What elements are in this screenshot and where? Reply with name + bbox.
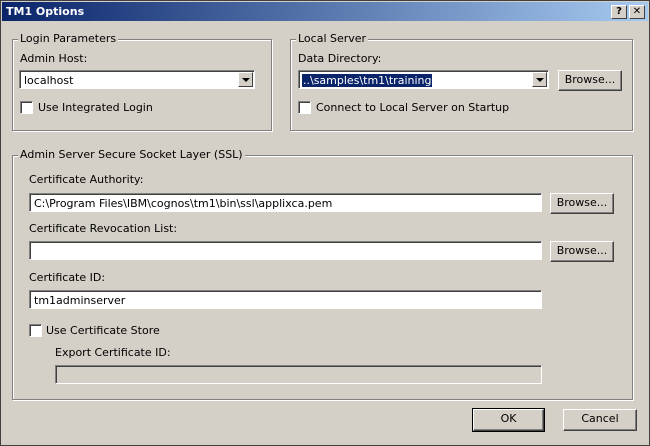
- tm1-options-dialog: TM1 Options ? ✕ Login Parameters Admin H…: [0, 0, 650, 446]
- data-directory-label: Data Directory:: [298, 52, 382, 65]
- admin-host-value: localhost: [24, 74, 74, 87]
- connect-local-server-checkbox[interactable]: [298, 101, 311, 114]
- chevron-down-icon: [242, 78, 250, 82]
- login-parameters-legend: Login Parameters: [18, 32, 119, 45]
- use-certificate-store-checkbox[interactable]: [29, 324, 42, 337]
- revocation-list-input[interactable]: [29, 241, 542, 260]
- certificate-id-input[interactable]: tm1adminserver: [29, 290, 542, 309]
- help-button[interactable]: ?: [611, 5, 627, 19]
- revocation-list-label: Certificate Revocation List:: [29, 222, 178, 235]
- certificate-authority-browse-button[interactable]: Browse...: [550, 193, 614, 214]
- chevron-down-icon: [536, 78, 544, 82]
- cancel-button[interactable]: Cancel: [563, 409, 637, 431]
- use-certificate-store-label: Use Certificate Store: [46, 324, 160, 337]
- integrated-login-checkbox[interactable]: [20, 101, 33, 114]
- connect-local-server-label: Connect to Local Server on Startup: [316, 101, 510, 114]
- ssl-group: Admin Server Secure Socket Layer (SSL): [12, 148, 633, 400]
- title-bar[interactable]: TM1 Options ? ✕: [2, 2, 648, 21]
- export-certificate-id-input[interactable]: [55, 365, 542, 384]
- local-server-legend: Local Server: [296, 32, 369, 45]
- data-directory-value: ..\samples\tm1\training: [302, 74, 433, 87]
- export-certificate-id-label: Export Certificate ID:: [55, 346, 171, 359]
- certificate-authority-value: C:\Program Files\IBM\cognos\tm1\bin\ssl\…: [34, 197, 333, 210]
- ok-button[interactable]: OK: [472, 408, 545, 432]
- local-server-browse-button[interactable]: Browse...: [558, 70, 622, 91]
- ssl-legend: Admin Server Secure Socket Layer (SSL): [18, 148, 245, 161]
- admin-host-combobox[interactable]: localhost: [19, 70, 255, 89]
- data-directory-dropdown-button[interactable]: [532, 72, 547, 87]
- dialog-title: TM1 Options: [6, 5, 85, 18]
- certificate-authority-label: Certificate Authority:: [29, 173, 144, 186]
- data-directory-combobox[interactable]: ..\samples\tm1\training: [298, 70, 549, 89]
- admin-host-dropdown-button[interactable]: [238, 72, 253, 87]
- certificate-id-label: Certificate ID:: [29, 271, 106, 284]
- integrated-login-label: Use Integrated Login: [38, 101, 153, 114]
- admin-host-label: Admin Host:: [20, 52, 88, 65]
- certificate-id-value: tm1adminserver: [34, 294, 126, 307]
- close-button[interactable]: ✕: [629, 5, 645, 19]
- certificate-authority-input[interactable]: C:\Program Files\IBM\cognos\tm1\bin\ssl\…: [29, 193, 542, 212]
- revocation-list-browse-button[interactable]: Browse...: [550, 241, 614, 262]
